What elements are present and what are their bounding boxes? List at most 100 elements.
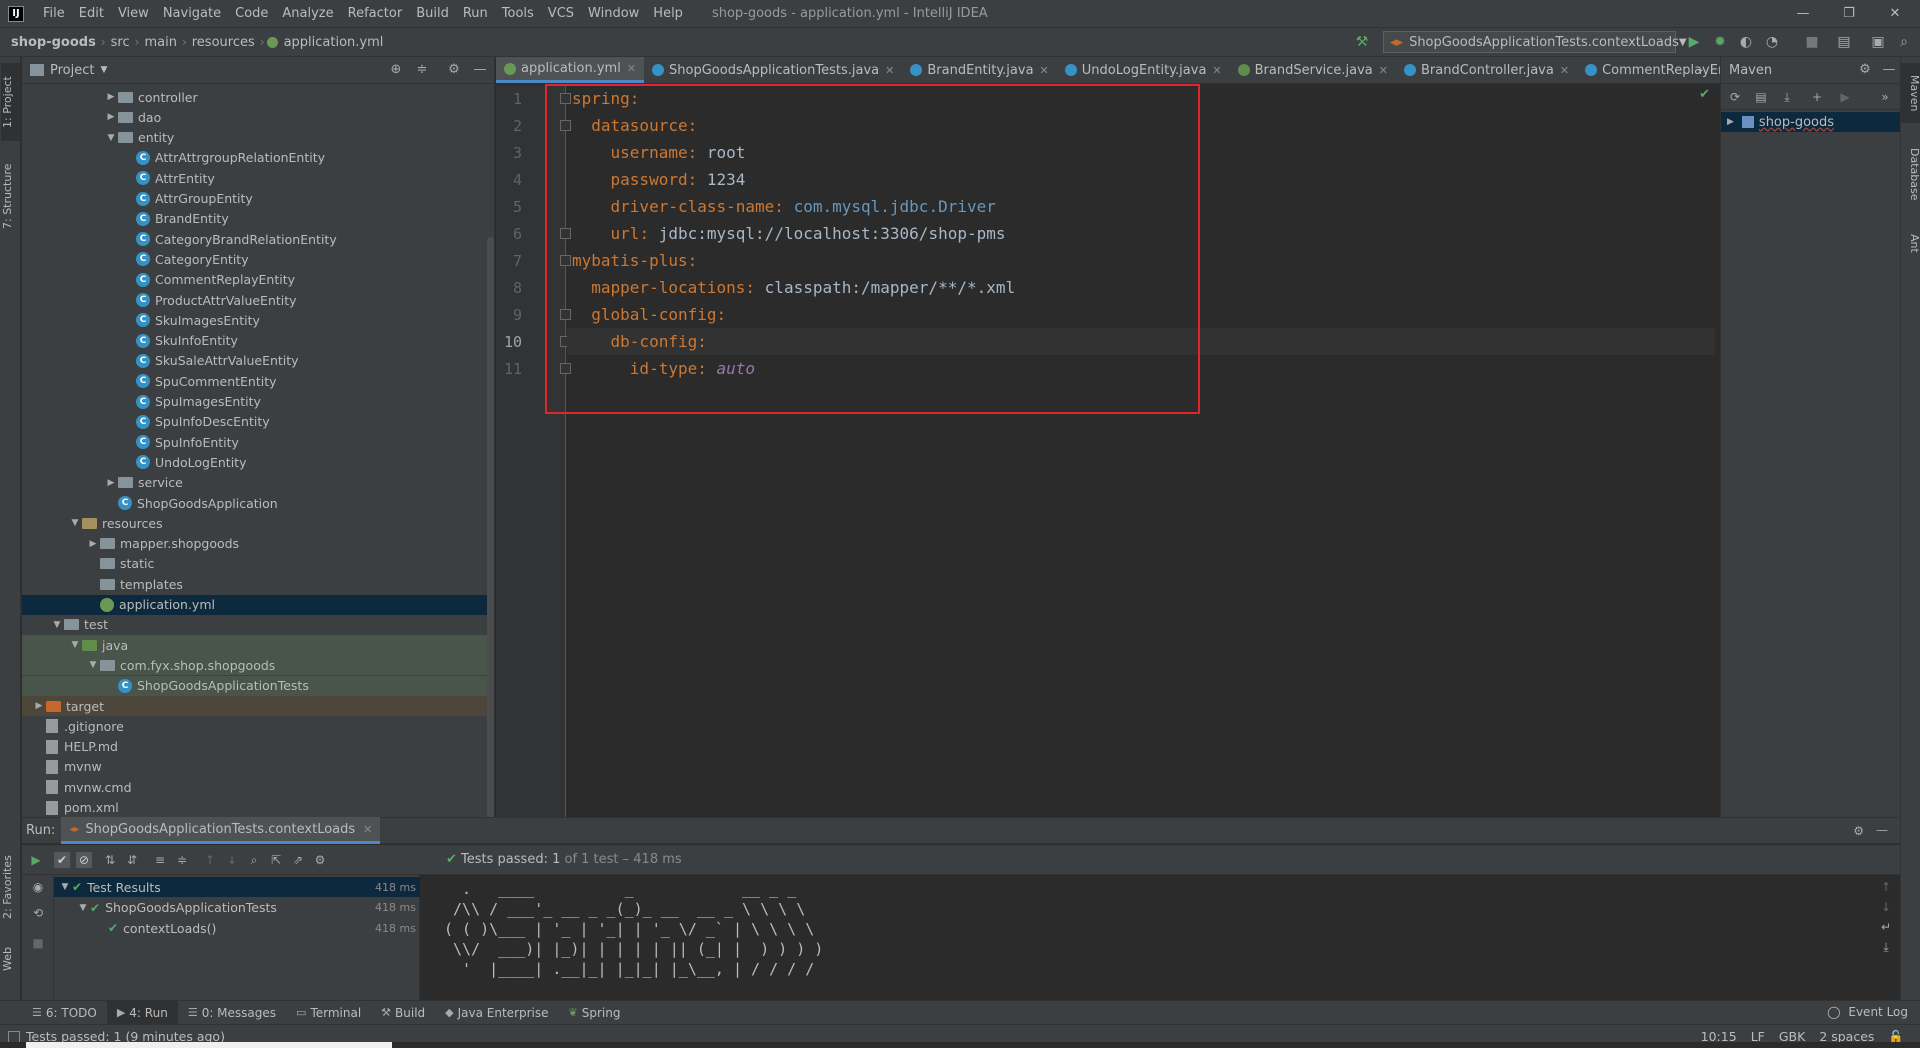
pin-icon[interactable]: ◉: [30, 879, 46, 895]
tree-item[interactable]: C SpuInfoEntity: [22, 432, 494, 452]
menu-navigate[interactable]: Navigate: [156, 0, 228, 28]
next-failed-icon[interactable]: ↓: [224, 852, 240, 868]
rerun-icon[interactable]: ▶: [28, 852, 44, 868]
tool-tab-web[interactable]: Web: [1, 939, 21, 979]
gear-icon[interactable]: ⚙: [1857, 62, 1873, 78]
close-icon[interactable]: ✕: [1560, 64, 1569, 77]
event-log-button[interactable]: ◯ Event Log: [1827, 1005, 1908, 1019]
reload-icon[interactable]: ⟳: [1727, 89, 1743, 105]
maven-project-item[interactable]: ▶ shop-goods: [1721, 112, 1901, 132]
scroll-up-icon[interactable]: ↑: [1877, 880, 1895, 894]
tree-item[interactable]: ▶ mapper.shopgoods: [22, 534, 494, 554]
collapsed-arrow-icon[interactable]: ▶: [86, 539, 100, 549]
expanded-arrow-icon[interactable]: ▼: [86, 660, 100, 670]
breadcrumb-item[interactable]: main: [141, 35, 179, 50]
gear-icon[interactable]: ⚙: [312, 852, 328, 868]
tree-item[interactable]: C UndoLogEntity: [22, 452, 494, 472]
tree-item[interactable]: .gitignore: [22, 716, 494, 736]
close-icon[interactable]: ✕: [1379, 64, 1388, 77]
chevron-down-icon[interactable]: ▼: [100, 65, 107, 75]
tree-item[interactable]: C CategoryEntity: [22, 249, 494, 269]
restore-layout-icon[interactable]: ⟲: [30, 905, 46, 921]
collapsed-arrow-icon[interactable]: ▶: [104, 92, 118, 102]
export-icon[interactable]: ⇗: [290, 852, 306, 868]
tree-item[interactable]: C AttrGroupEntity: [22, 189, 494, 209]
collapsed-arrow-icon[interactable]: ▶: [32, 701, 46, 711]
tree-item[interactable]: ▶ target: [22, 696, 494, 716]
sort-alpha-icon[interactable]: ⇅: [102, 852, 118, 868]
tree-item[interactable]: static: [22, 554, 494, 574]
menu-window[interactable]: Window: [581, 0, 646, 28]
tree-item[interactable]: ▼ java: [22, 635, 494, 656]
scroll-down-icon[interactable]: ↓: [1877, 900, 1895, 914]
tree-item[interactable]: C SkuInfoEntity: [22, 331, 494, 351]
project-structure-icon[interactable]: ▤: [1835, 33, 1853, 51]
breadcrumb-item[interactable]: application.yml: [281, 35, 387, 50]
show-ignored-icon[interactable]: ⊘: [76, 852, 92, 868]
close-icon[interactable]: ✕: [1212, 64, 1221, 77]
profile-icon[interactable]: ◔: [1763, 33, 1781, 51]
expanded-arrow-icon[interactable]: ▼: [104, 133, 118, 143]
close-icon[interactable]: ✕: [1040, 64, 1049, 77]
expanded-arrow-icon[interactable]: ▼: [76, 903, 90, 913]
tree-item[interactable]: ▶ dao: [22, 107, 494, 127]
maximize-button[interactable]: ❐: [1826, 0, 1872, 28]
gear-icon[interactable]: ⚙: [446, 62, 462, 78]
test-result-row[interactable]: ▼ ✔ ShopGoodsApplicationTests 418 ms: [54, 898, 420, 918]
menu-vcs[interactable]: VCS: [541, 0, 581, 28]
editor-tab[interactable]: application.yml ✕: [496, 57, 645, 83]
tree-item[interactable]: C SpuImagesEntity: [22, 392, 494, 412]
tree-item[interactable]: C CommentReplayEntity: [22, 270, 494, 290]
run-icon[interactable]: ▶: [1837, 89, 1853, 105]
tree-item[interactable]: ▼ test: [22, 615, 494, 635]
tree-item[interactable]: application.yml: [22, 594, 494, 615]
debug-icon[interactable]: ✹: [1711, 33, 1729, 51]
tree-item[interactable]: C BrandEntity: [22, 209, 494, 229]
tool-tab-structure[interactable]: 7: Structure: [1, 151, 21, 241]
tree-item[interactable]: ▶ controller: [22, 87, 494, 107]
minimize-button[interactable]: —: [1780, 0, 1826, 28]
tree-item[interactable]: C SkuSaleAttrValueEntity: [22, 351, 494, 371]
editor-tab[interactable]: BrandEntity.java ✕: [902, 57, 1056, 83]
menu-build[interactable]: Build: [409, 0, 456, 28]
sort-duration-icon[interactable]: ⇵: [124, 852, 140, 868]
run-tab[interactable]: ◂▸ ShopGoodsApplicationTests.contextLoad…: [61, 817, 381, 844]
stop-icon[interactable]: ■: [30, 935, 46, 951]
collapsed-arrow-icon[interactable]: ▶: [104, 478, 118, 488]
menu-tools[interactable]: Tools: [495, 0, 541, 28]
tree-item[interactable]: HELP.md: [22, 737, 494, 757]
run-icon[interactable]: ▶: [1685, 33, 1703, 51]
bottom-tab[interactable]: ☰ 0: Messages: [178, 1001, 286, 1025]
menu-edit[interactable]: Edit: [72, 0, 111, 28]
tree-item[interactable]: C ShopGoodsApplicationTests: [22, 675, 494, 696]
layout-icon[interactable]: ▣: [1869, 33, 1887, 51]
expanded-arrow-icon[interactable]: ▼: [68, 640, 82, 650]
code-editor[interactable]: 1 2 3 4 5 6 7 8 9 10 11 spring: datasource: userna…: [496, 84, 1720, 817]
soft-wrap-icon[interactable]: ↵: [1877, 920, 1895, 934]
menu-help[interactable]: Help: [646, 0, 690, 28]
bottom-tab[interactable]: ❦ Spring: [559, 1001, 631, 1025]
tree-item[interactable]: ▼ entity: [22, 128, 494, 148]
expanded-arrow-icon[interactable]: ▼: [50, 620, 64, 630]
test-result-row[interactable]: ▼ ✔ Test Results 418 ms: [54, 877, 420, 897]
menu-code[interactable]: Code: [228, 0, 275, 28]
tool-tab-ant[interactable]: Ant: [1901, 223, 1920, 263]
generate-sources-icon[interactable]: ▤: [1753, 89, 1769, 105]
menu-refactor[interactable]: Refactor: [341, 0, 410, 28]
tool-tab-maven[interactable]: Maven: [1901, 63, 1920, 123]
editor-tab[interactable]: UndoLogEntity.java ✕: [1057, 57, 1230, 83]
prev-failed-icon[interactable]: ↑: [202, 852, 218, 868]
bottom-tab[interactable]: ☰ 6: TODO: [22, 1001, 107, 1025]
expanded-arrow-icon[interactable]: ▼: [68, 518, 82, 528]
tree-item[interactable]: pom.xml: [22, 798, 494, 818]
menu-file[interactable]: File: [36, 0, 72, 28]
tabs-overflow-chevron-icon[interactable]: ⌄: [1696, 62, 1705, 75]
add-icon[interactable]: +: [1809, 89, 1825, 105]
tree-item[interactable]: C AttrAttrgroupRelationEntity: [22, 148, 494, 168]
hide-icon[interactable]: —: [1881, 62, 1897, 78]
tree-item[interactable]: ▶ service: [22, 473, 494, 493]
editor-tab[interactable]: BrandController.java ✕: [1396, 57, 1577, 83]
more-icon[interactable]: »: [1877, 89, 1893, 105]
close-icon[interactable]: ✕: [627, 62, 636, 75]
tool-windows-icon[interactable]: [8, 1030, 20, 1043]
